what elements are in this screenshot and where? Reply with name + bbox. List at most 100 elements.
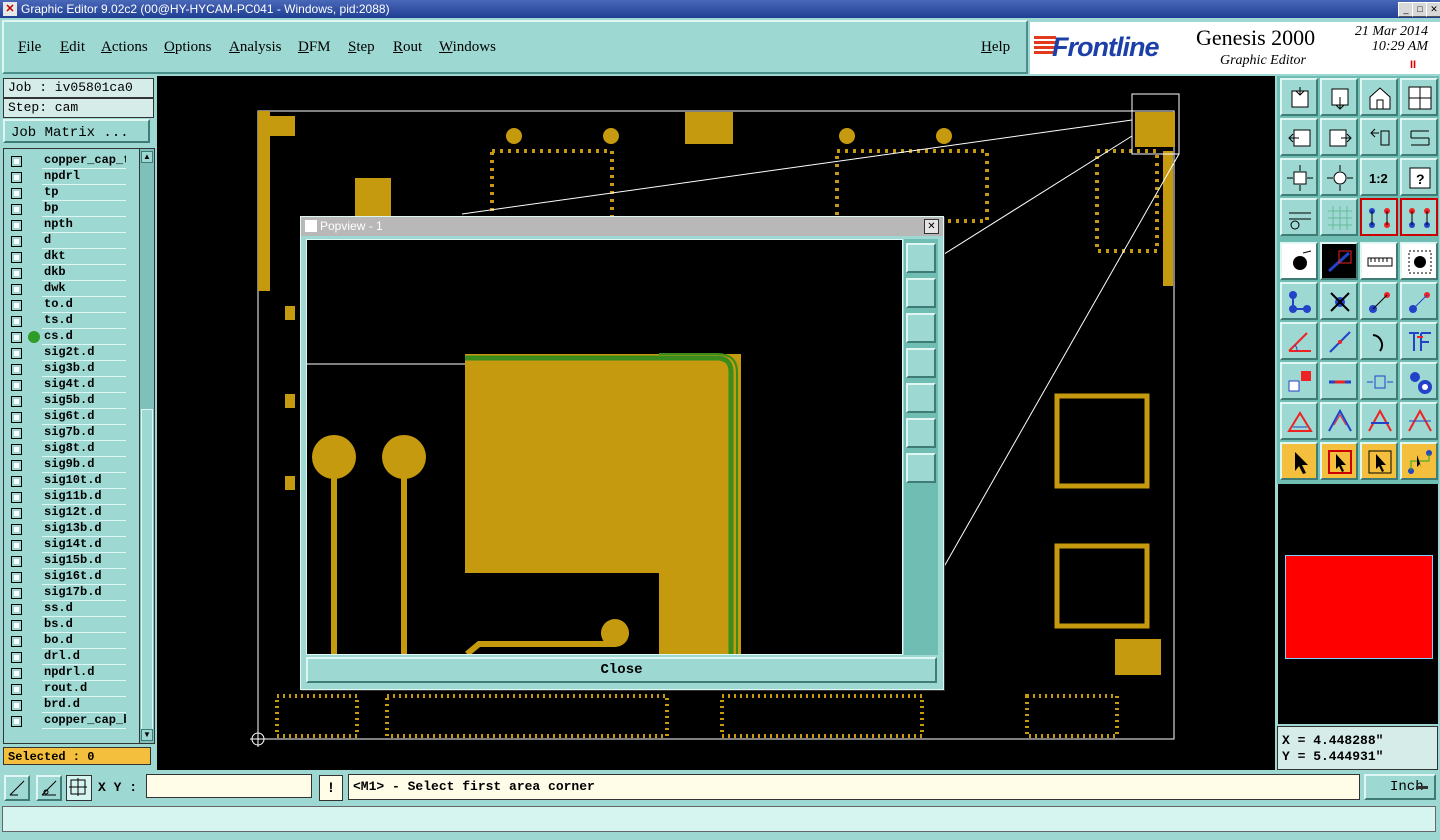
layer-name[interactable]: sig9b.d xyxy=(42,457,126,473)
layer-name[interactable]: sig11b.d xyxy=(42,489,126,505)
popview-zoom-fit-icon[interactable] xyxy=(906,453,936,483)
layer-row[interactable]: sig15b.d xyxy=(4,553,140,569)
layer-name[interactable]: ts.d xyxy=(42,313,126,329)
pan-right-icon[interactable] xyxy=(1320,118,1358,156)
job-matrix-button[interactable]: Job Matrix ... xyxy=(3,119,150,143)
zoom-fit-icon[interactable] xyxy=(1280,158,1318,196)
snap-mode-icon[interactable] xyxy=(4,775,30,801)
layer-checkbox[interactable] xyxy=(11,428,22,439)
overview-viewport[interactable] xyxy=(1285,555,1433,659)
triangle-blue-icon[interactable] xyxy=(1320,402,1358,440)
layer-row[interactable]: sig2t.d xyxy=(4,345,140,361)
layer-name[interactable]: rout.d xyxy=(42,681,126,697)
layer-checkbox[interactable] xyxy=(11,332,22,343)
layer-row[interactable]: bo.d xyxy=(4,633,140,649)
layer-row[interactable]: drl.d xyxy=(4,649,140,665)
layer-name[interactable]: tp xyxy=(42,185,126,201)
popview-title-bar[interactable]: Popview - 1 ✕ xyxy=(301,217,943,236)
layer-checkbox[interactable] xyxy=(11,620,22,631)
layer-checkbox[interactable] xyxy=(11,476,22,487)
layer-name[interactable]: sig6t.d xyxy=(42,409,126,425)
layer-checkbox[interactable] xyxy=(11,524,22,535)
layer-checkbox[interactable] xyxy=(11,572,22,583)
layer-name[interactable]: bp xyxy=(42,201,126,217)
layer-name[interactable]: sig4t.d xyxy=(42,377,126,393)
layer-name[interactable]: sig8t.d xyxy=(42,441,126,457)
stretch-icon[interactable] xyxy=(1360,362,1398,400)
layer-row[interactable]: bp xyxy=(4,201,140,217)
query-icon[interactable]: ? xyxy=(1400,158,1438,196)
pan-left-icon[interactable] xyxy=(1280,118,1318,156)
layer-name[interactable]: sig16t.d xyxy=(42,569,126,585)
add-pad-icon[interactable] xyxy=(1280,242,1318,280)
layer-name[interactable]: npth xyxy=(42,217,126,233)
scroll-up-icon[interactable]: ▲ xyxy=(141,151,153,163)
popview-pan-up-icon[interactable] xyxy=(906,278,936,308)
menu-step[interactable]: Step xyxy=(348,39,375,56)
resize-line-icon[interactable] xyxy=(1320,362,1358,400)
menu-analysis[interactable]: Analysis xyxy=(229,39,282,56)
layer-name[interactable]: sig15b.d xyxy=(42,553,126,569)
layer-checkbox[interactable] xyxy=(11,556,22,567)
pad-to-surface-icon[interactable] xyxy=(1280,362,1318,400)
angle-mode-icon[interactable] xyxy=(36,775,62,801)
layer-name[interactable]: ss.d xyxy=(42,601,126,617)
layer-row[interactable]: sig4t.d xyxy=(4,377,140,393)
menu-options[interactable]: Options xyxy=(164,39,212,56)
angle-line-icon[interactable] xyxy=(1280,322,1318,360)
menu-help[interactable]: Help xyxy=(981,39,1010,56)
text-feature-icon[interactable] xyxy=(1400,322,1438,360)
layer-checkbox[interactable] xyxy=(11,252,22,263)
layer-row[interactable]: sig9b.d xyxy=(4,457,140,473)
measure-ruler-icon[interactable] xyxy=(1360,242,1398,280)
layer-name[interactable]: cs.d xyxy=(42,329,126,345)
layer-name[interactable]: sig2t.d xyxy=(42,345,126,361)
layer-name[interactable]: dkt xyxy=(42,249,126,265)
layer-checkbox[interactable] xyxy=(11,396,22,407)
layer-checkbox[interactable] xyxy=(11,588,22,599)
layer-checkbox[interactable] xyxy=(11,540,22,551)
layer-name[interactable]: sig13b.d xyxy=(42,521,126,537)
popview-zoom-window-icon[interactable] xyxy=(906,243,936,273)
net-a-icon[interactable] xyxy=(1360,198,1398,236)
menu-file[interactable]: File xyxy=(18,39,41,56)
layer-checkbox[interactable] xyxy=(11,460,22,471)
layer-name[interactable]: d xyxy=(42,233,126,249)
redo-view-icon[interactable] xyxy=(1400,118,1438,156)
layer-row[interactable]: to.d xyxy=(4,297,140,313)
layer-row[interactable]: ss.d xyxy=(4,601,140,617)
menu-rout[interactable]: Rout xyxy=(393,39,422,56)
popview-canvas[interactable] xyxy=(306,239,903,657)
net-b-icon[interactable] xyxy=(1400,198,1438,236)
popview-close-button[interactable]: Close xyxy=(306,657,937,683)
layer-row[interactable]: npdrl.d xyxy=(4,665,140,681)
home-icon[interactable] xyxy=(1360,78,1398,116)
layer-checkbox[interactable] xyxy=(11,316,22,327)
zoom-window-icon[interactable] xyxy=(1320,78,1358,116)
split-view-icon[interactable] xyxy=(1400,78,1438,116)
layer-checkbox[interactable] xyxy=(11,188,22,199)
layer-checkbox[interactable] xyxy=(11,220,22,231)
layer-checkbox[interactable] xyxy=(11,172,22,183)
layer-checkbox[interactable] xyxy=(11,380,22,391)
layer-name[interactable]: sig3b.d xyxy=(42,361,126,377)
layer-checkbox[interactable] xyxy=(11,492,22,503)
grid-snap-icon[interactable] xyxy=(66,775,92,801)
layer-checkbox[interactable] xyxy=(11,508,22,519)
layer-name[interactable]: bo.d xyxy=(42,633,126,649)
menu-dfm[interactable]: DFM xyxy=(298,39,331,56)
layer-checkbox[interactable] xyxy=(11,300,22,311)
scroll-thumb[interactable] xyxy=(141,409,153,731)
layer-row[interactable]: dkt xyxy=(4,249,140,265)
layer-name[interactable]: drl.d xyxy=(42,649,126,665)
layer-name[interactable]: copper_cap_b xyxy=(42,713,126,729)
layer-name[interactable]: sig12t.d xyxy=(42,505,126,521)
layer-row[interactable]: tp xyxy=(4,185,140,201)
close-window-button[interactable]: ✕ xyxy=(1426,2,1440,17)
layer-row[interactable]: sig13b.d xyxy=(4,521,140,537)
layer-row[interactable]: copper_cap_t xyxy=(4,153,140,169)
layer-row[interactable]: npth xyxy=(4,217,140,233)
layer-name[interactable]: npdrl xyxy=(42,169,126,185)
layer-checkbox[interactable] xyxy=(11,700,22,711)
draw-line-icon[interactable] xyxy=(1320,322,1358,360)
